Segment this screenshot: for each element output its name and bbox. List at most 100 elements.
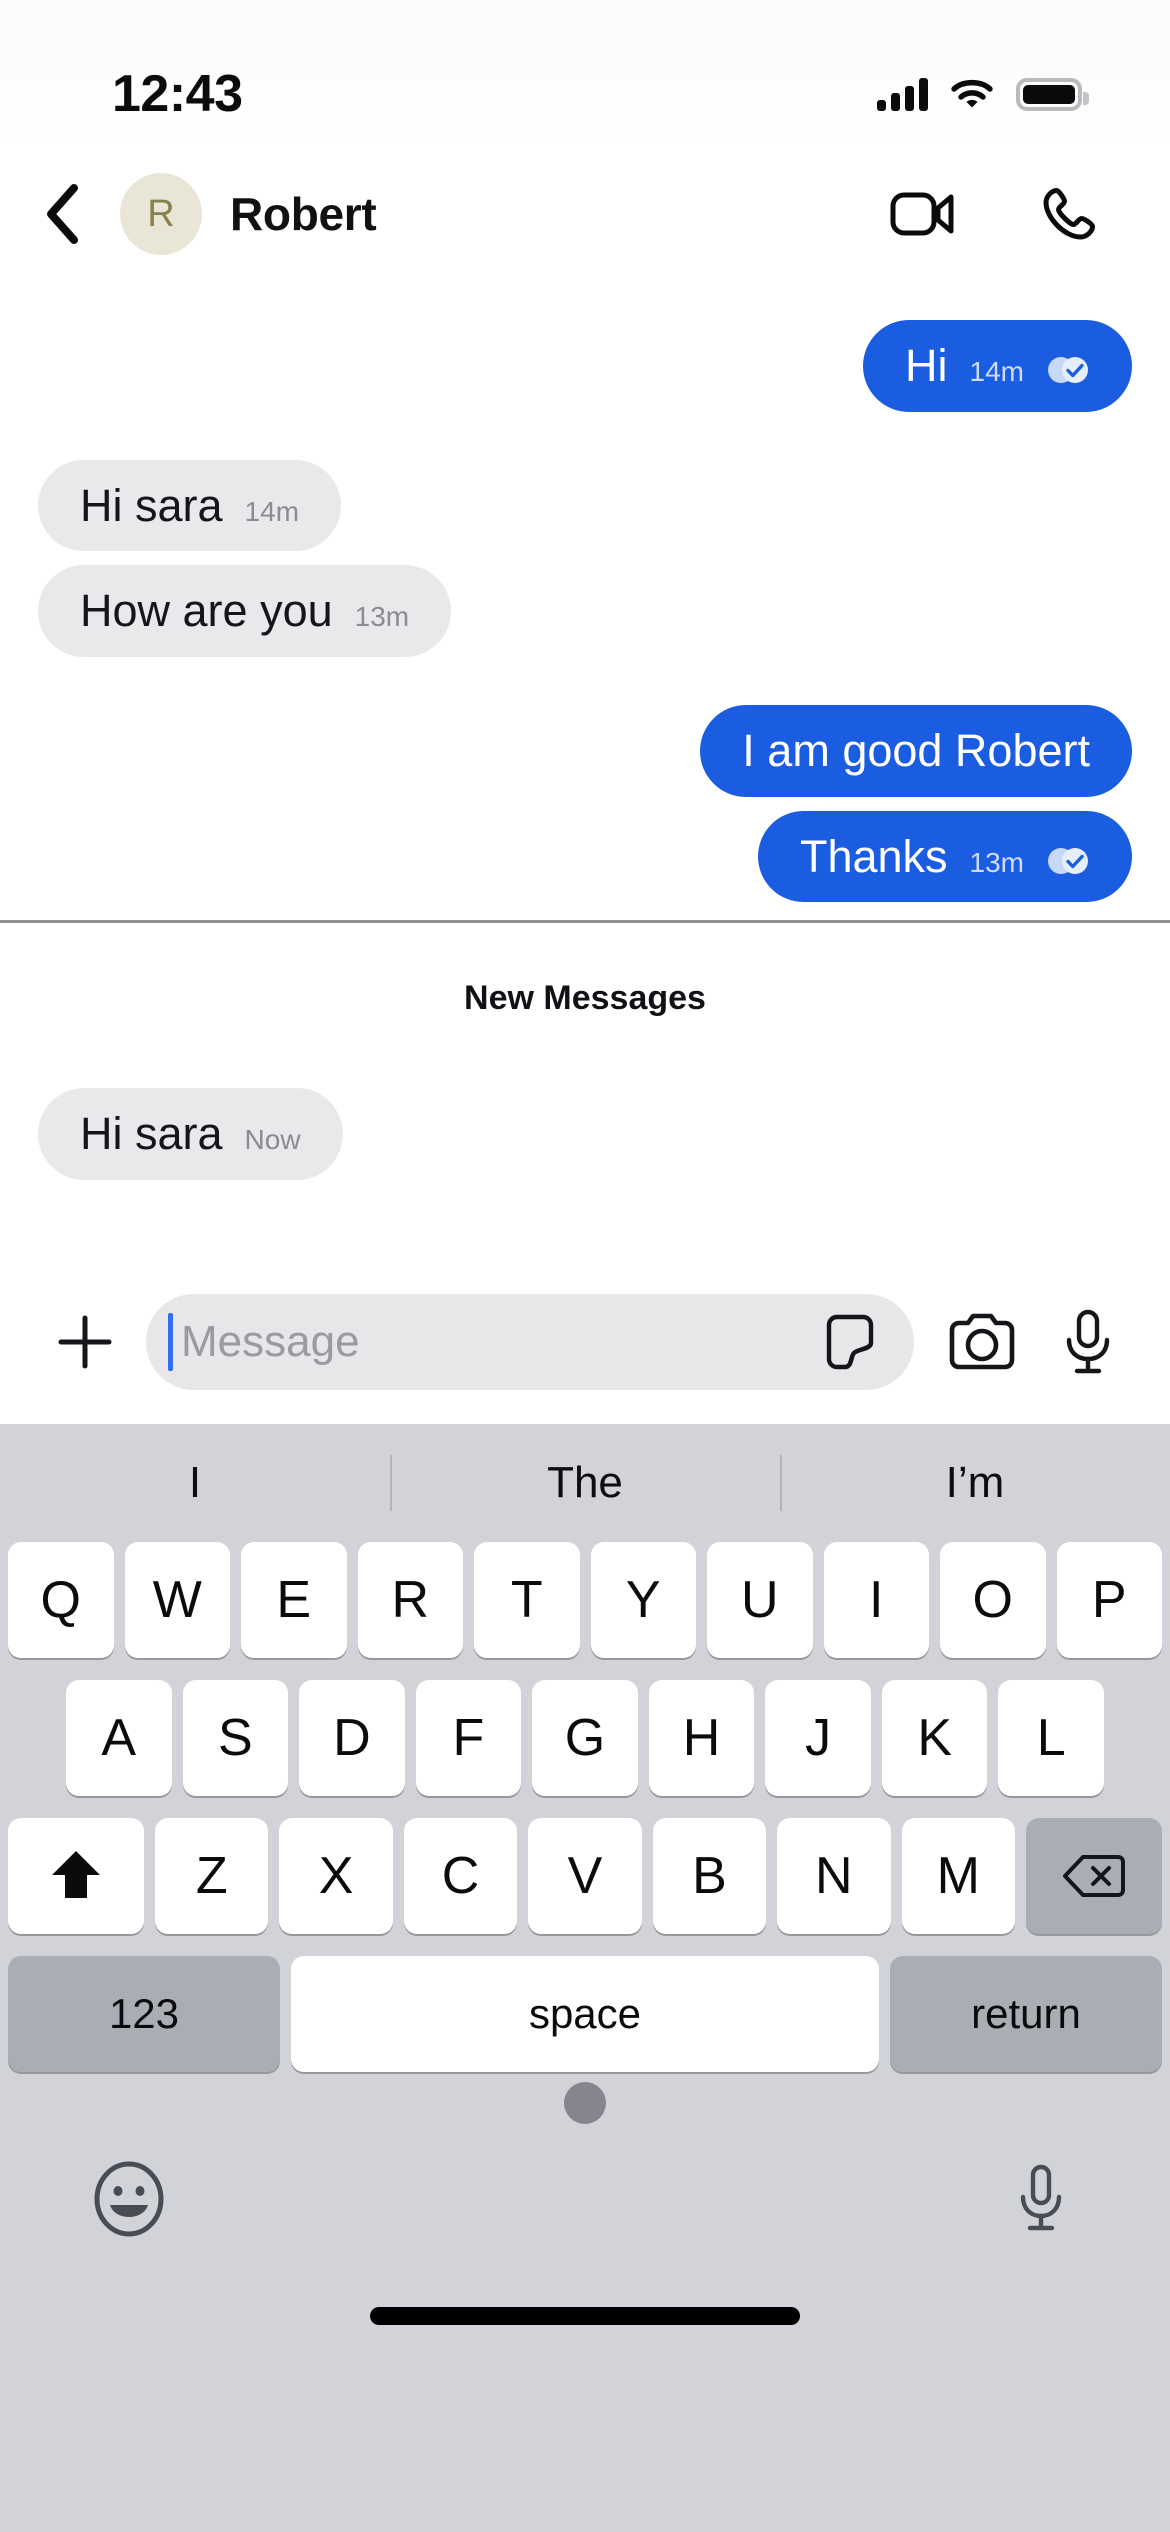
back-button[interactable] (26, 177, 100, 251)
sticker-icon (826, 1314, 874, 1370)
emoji-smiley-icon (94, 2161, 164, 2237)
voice-message-button[interactable] (1050, 1304, 1126, 1380)
message-bubble-outgoing[interactable]: Thanks 13m (757, 810, 1132, 903)
keyboard-row-3: Z X C V B N M (0, 1818, 1170, 1935)
sticker-button[interactable] (820, 1312, 880, 1372)
message-input-bar: Message (0, 1268, 1170, 1425)
delete-key[interactable] (1025, 1818, 1162, 1935)
key-c[interactable]: C (403, 1818, 518, 1935)
suggestion-1[interactable]: The (390, 1458, 780, 1508)
virtual-keyboard: I The I’m Q W E R T Y U I O P A S D F G … (0, 1424, 1170, 2532)
keyboard-row-1: Q W E R T Y U I O P (0, 1542, 1170, 1659)
key-q[interactable]: Q (8, 1542, 114, 1659)
battery-full-icon (1016, 77, 1089, 111)
message-bubble-incoming[interactable]: Hi sara 14m (38, 459, 342, 552)
key-w[interactable]: W (124, 1542, 230, 1659)
shift-arrow-up-icon (52, 1851, 101, 1899)
dictation-button[interactable] (998, 2156, 1084, 2242)
read-receipt-double-check-icon (1048, 357, 1088, 383)
camera-button[interactable] (944, 1304, 1020, 1380)
plus-icon (58, 1315, 112, 1369)
key-m[interactable]: M (901, 1818, 1015, 1935)
keyboard-drag-handle-icon[interactable] (564, 2082, 606, 2125)
key-r[interactable]: R (357, 1542, 463, 1659)
key-t[interactable]: T (474, 1542, 580, 1659)
wifi-icon (951, 79, 993, 108)
key-x[interactable]: X (279, 1818, 393, 1935)
message-input-placeholder: Message (181, 1317, 360, 1367)
key-e[interactable]: E (241, 1542, 347, 1659)
avatar-initial: R (147, 192, 175, 235)
home-indicator[interactable] (370, 2307, 800, 2326)
key-s[interactable]: S (182, 1680, 289, 1797)
backspace-delete-icon (1062, 1855, 1125, 1898)
message-input-field[interactable]: Message (146, 1294, 914, 1391)
key-n[interactable]: N (777, 1818, 891, 1935)
header-actions (888, 179, 1104, 249)
message-text: Hi (905, 340, 948, 391)
status-indicators (877, 77, 1089, 111)
message-timestamp: 14m (244, 495, 300, 527)
key-g[interactable]: G (532, 1680, 638, 1797)
new-messages-label: New Messages (464, 979, 706, 1018)
microphone-icon (1020, 2164, 1062, 2231)
message-timestamp: Now (244, 1124, 301, 1156)
key-k[interactable]: K (881, 1680, 988, 1797)
message-bubble-incoming[interactable]: Hi sara Now (38, 1088, 343, 1181)
voice-call-button[interactable] (1034, 179, 1104, 249)
key-j[interactable]: J (765, 1680, 871, 1797)
video-camera-icon (890, 192, 954, 236)
key-i[interactable]: I (823, 1542, 929, 1659)
return-key[interactable]: return (890, 1956, 1162, 2073)
phone-icon (1043, 188, 1095, 240)
message-bubble-incoming[interactable]: How are you 13m (38, 565, 452, 658)
message-row: I am good Robert (0, 705, 1170, 797)
video-call-button[interactable] (888, 179, 958, 249)
key-z[interactable]: Z (155, 1818, 269, 1935)
suggestion-2[interactable]: I’m (780, 1458, 1170, 1508)
key-l[interactable]: L (998, 1680, 1105, 1797)
key-o[interactable]: O (940, 1542, 1046, 1659)
chat-header: R Robert (0, 150, 1170, 278)
read-receipt-double-check-icon (1048, 847, 1088, 874)
camera-icon (949, 1313, 1015, 1370)
key-p[interactable]: P (1056, 1542, 1162, 1659)
message-row: Hi sara Now (0, 1088, 1170, 1181)
key-b[interactable]: B (652, 1818, 767, 1935)
status-bar: 12:43 (0, 0, 1170, 150)
keyboard-bottom-bar (0, 2124, 1170, 2274)
home-indicator-area (0, 2274, 1170, 2359)
key-u[interactable]: U (707, 1542, 813, 1659)
message-text: Hi sara (80, 479, 223, 531)
key-h[interactable]: H (648, 1680, 755, 1797)
key-d[interactable]: D (299, 1680, 405, 1797)
message-bubble-outgoing[interactable]: Hi 14m (863, 320, 1132, 412)
avatar[interactable]: R (120, 173, 202, 255)
status-time: 12:43 (112, 65, 243, 123)
message-text: I am good Robert (742, 725, 1090, 777)
emoji-button[interactable] (86, 2156, 172, 2242)
chevron-left-icon (47, 184, 78, 244)
keyboard-row-2: A S D F G H J K L (0, 1680, 1170, 1797)
message-text: Hi sara (80, 1108, 223, 1160)
key-a[interactable]: A (65, 1680, 172, 1797)
phone-screen: 12:43 R Robert Hi 14m Hi sara 14m How ar… (0, 0, 1170, 2532)
key-v[interactable]: V (528, 1818, 642, 1935)
add-attachment-button[interactable] (46, 1303, 124, 1381)
page-title: Robert (230, 188, 377, 240)
key-y[interactable]: Y (590, 1542, 696, 1659)
key-f[interactable]: F (415, 1680, 522, 1797)
autocorrect-suggestion-bar: I The I’m (0, 1424, 1170, 1542)
message-row: Hi 14m (0, 320, 1170, 412)
numbers-key[interactable]: 123 (8, 1956, 280, 2073)
message-timestamp: 14m (969, 356, 1024, 387)
space-key[interactable]: space (291, 1956, 879, 2073)
message-row: How are you 13m (0, 565, 1170, 658)
shift-key[interactable] (8, 1818, 145, 1935)
suggestion-0[interactable]: I (0, 1458, 390, 1508)
message-row: Hi sara 14m (0, 459, 1170, 552)
message-text: How are you (80, 585, 333, 637)
message-bubble-outgoing[interactable]: I am good Robert (700, 705, 1132, 797)
chat-messages: Hi 14m Hi sara 14m How are you 13m I am … (0, 278, 1170, 1195)
cellular-signal-icon (877, 77, 928, 111)
